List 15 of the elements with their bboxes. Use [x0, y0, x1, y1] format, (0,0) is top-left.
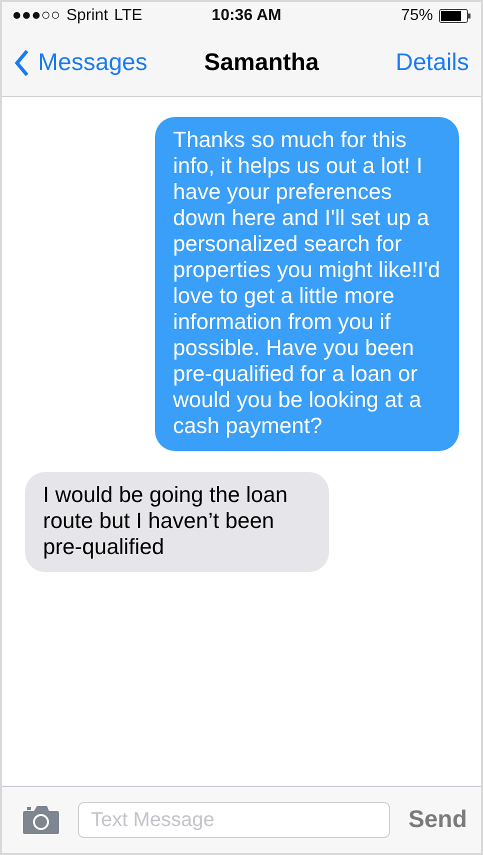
camera-icon[interactable]	[22, 805, 60, 835]
message-input[interactable]: Text Message	[78, 802, 390, 838]
details-button[interactable]: Details	[396, 49, 469, 77]
battery-percentage: 75%	[400, 7, 433, 25]
contact-name: Samantha	[204, 49, 319, 77]
signal-strength: ●●●○○	[12, 7, 60, 25]
send-button[interactable]: Send	[408, 806, 467, 834]
network-type: LTE	[114, 7, 142, 25]
back-chevron-icon	[14, 49, 30, 77]
battery-icon	[439, 9, 471, 23]
back-button[interactable]: Messages	[14, 49, 148, 77]
received-message-bubble: I would be going the loan route but I haven’t been pre-qualified	[25, 472, 329, 572]
sent-message-bubble: Thanks so much for this info, it helps us out a lot! I have your preferences down here and I'll set up a personalized search for properties you might like!I'd love to get a little more information from you if possible. Have you been pre-qualified for a loan or would you be looking at a cash payment?	[155, 117, 459, 451]
carrier-name: Sprint	[66, 7, 108, 25]
status-time: 10:36 AM	[212, 7, 282, 25]
